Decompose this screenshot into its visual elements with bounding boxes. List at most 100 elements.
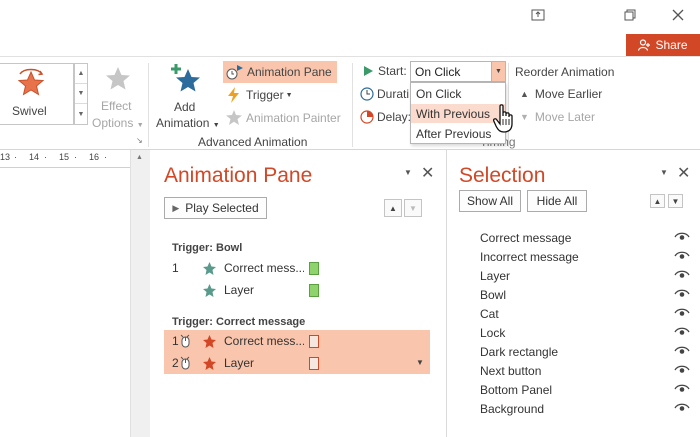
selection-item[interactable]: Next button — [480, 362, 690, 381]
share-button[interactable]: Share — [626, 34, 700, 56]
eye-icon[interactable] — [674, 269, 690, 281]
star-effect-icon — [203, 357, 216, 370]
add-animation-icon — [171, 64, 200, 92]
start-option-on-click[interactable]: On Click — [411, 84, 505, 103]
selection-item[interactable]: Correct message — [480, 229, 690, 248]
swivel-icon — [17, 68, 45, 96]
move-up-button[interactable]: ▲ — [384, 199, 402, 217]
dialog-launcher-icon[interactable]: ↘ — [136, 136, 143, 145]
add-animation-button[interactable]: Add Animation ▼ — [152, 63, 220, 135]
ruler-tick: 15 — [59, 152, 70, 162]
pane-options-icon[interactable]: ▼ — [660, 168, 668, 177]
eye-icon[interactable] — [674, 326, 690, 338]
selection-item[interactable]: Bottom Panel — [480, 381, 690, 400]
chevron-down-icon: ▼ — [212, 122, 220, 129]
show-all-button[interactable]: Show All — [459, 190, 521, 212]
restore-window-icon[interactable] — [524, 4, 552, 26]
animation-order: 2 — [172, 356, 179, 370]
star-effect-icon — [203, 284, 216, 297]
gallery-up-button[interactable]: ▲ — [75, 64, 87, 84]
play-selected-button[interactable]: ▶ Play Selected — [164, 197, 267, 219]
animation-order: 1 — [172, 334, 179, 348]
ruler-tick: 16 — [89, 152, 100, 162]
row-dropdown-icon[interactable]: ▼ — [416, 358, 424, 367]
add-animation-label-2: Animation — [156, 116, 210, 130]
duration-label-row: Durati — [360, 87, 409, 101]
duration-label: Durati — [377, 87, 410, 101]
move-down-button[interactable]: ▼ — [404, 199, 422, 217]
effect-options-button[interactable]: Effect Options ▼ — [90, 63, 146, 133]
eye-icon[interactable] — [674, 383, 690, 395]
delay-label: Delay: — [377, 110, 412, 124]
animation-row-selected[interactable]: 1 Correct mess... — [164, 330, 430, 352]
play-icon — [364, 66, 373, 76]
gallery-more-button[interactable]: ▼ — [75, 104, 87, 124]
eye-icon[interactable] — [674, 402, 690, 414]
animation-pane: Animation Pane ▼ ✕ ▶ Play Selected ▲ ▼ T… — [152, 150, 444, 437]
effect-star-icon — [106, 67, 130, 90]
animation-row[interactable]: Layer — [164, 279, 430, 301]
move-later-button[interactable]: ▼ Move Later — [520, 110, 595, 124]
animation-pane-label: Animation Pane — [247, 65, 332, 79]
delay-label-row: Delay: — [360, 110, 411, 124]
animation-order: 1 — [172, 261, 179, 275]
selection-item[interactable]: Bowl — [480, 286, 690, 305]
maximize-icon[interactable] — [616, 4, 644, 26]
selection-item-label: Incorrect message — [480, 250, 579, 264]
play-selected-label: Play Selected — [185, 201, 259, 215]
animation-row-selected[interactable]: 2 Layer ▼ — [164, 352, 430, 374]
eye-icon[interactable] — [674, 288, 690, 300]
chevron-down-icon[interactable]: ▼ — [491, 62, 505, 81]
hand-cursor-icon — [493, 104, 513, 133]
selection-item-label: Bottom Panel — [480, 383, 553, 397]
eye-icon[interactable] — [674, 250, 690, 262]
star-effect-icon — [203, 335, 216, 348]
selection-item-label: Cat — [480, 307, 499, 321]
title-bar — [0, 0, 700, 34]
triangle-up-icon: ▲ — [520, 89, 529, 99]
chevron-down-icon: ▼ — [136, 122, 144, 129]
scroll-up-icon[interactable]: ▲ — [136, 154, 143, 161]
eye-icon[interactable] — [674, 231, 690, 243]
animation-pane-icon — [226, 65, 243, 80]
ribbon-separator — [148, 63, 149, 147]
close-icon[interactable]: ✕ — [677, 163, 690, 183]
close-icon[interactable] — [664, 4, 692, 26]
animation-name: Correct mess... — [224, 261, 304, 275]
hide-all-button[interactable]: Hide All — [527, 190, 587, 212]
selection-item-label: Layer — [480, 269, 511, 283]
start-option-with-previous[interactable]: With Previous — [411, 104, 505, 123]
selection-item[interactable]: Incorrect message — [480, 248, 690, 267]
vertical-scrollbar[interactable]: ▲ — [130, 150, 150, 437]
triangle-down-icon: ▼ — [520, 112, 529, 122]
timing-bar — [309, 262, 319, 275]
swivel-label: Swivel — [12, 104, 47, 118]
share-label: Share — [655, 38, 688, 52]
gallery-scroll[interactable]: ▲ ▼ ▼ — [74, 63, 88, 125]
mouse-click-icon — [180, 334, 190, 348]
eye-icon[interactable] — [674, 345, 690, 357]
start-dropdown[interactable]: On Click ▼ — [410, 61, 506, 82]
trigger-button[interactable]: Trigger ▼ — [225, 85, 293, 105]
animation-pane-button[interactable]: Animation Pane — [223, 61, 337, 83]
animation-row[interactable]: 1 Correct mess... — [164, 257, 430, 279]
eye-icon[interactable] — [674, 364, 690, 376]
move-earlier-button[interactable]: ▲ Move Earlier — [520, 87, 602, 101]
selection-item[interactable]: Background — [480, 400, 690, 419]
bring-forward-button[interactable]: ▲ — [650, 194, 665, 208]
selection-item[interactable]: Layer — [480, 267, 690, 286]
pane-options-icon[interactable]: ▼ — [404, 168, 412, 177]
send-backward-button[interactable]: ▼ — [668, 194, 683, 208]
ruler-tick: 14 — [29, 152, 40, 162]
mouse-click-icon — [180, 356, 190, 370]
animation-gallery[interactable]: Swivel — [0, 63, 74, 125]
eye-icon[interactable] — [674, 307, 690, 319]
selection-item[interactable]: Cat — [480, 305, 690, 324]
animation-painter-button[interactable]: Animation Painter — [225, 108, 341, 128]
start-option-after-previous[interactable]: After Previous — [411, 124, 505, 143]
selection-item[interactable]: Lock — [480, 324, 690, 343]
close-icon[interactable]: ✕ — [421, 163, 434, 183]
selection-item[interactable]: Dark rectangle — [480, 343, 690, 362]
trigger-label: Trigger — [246, 88, 284, 102]
gallery-down-button[interactable]: ▼ — [75, 84, 87, 104]
